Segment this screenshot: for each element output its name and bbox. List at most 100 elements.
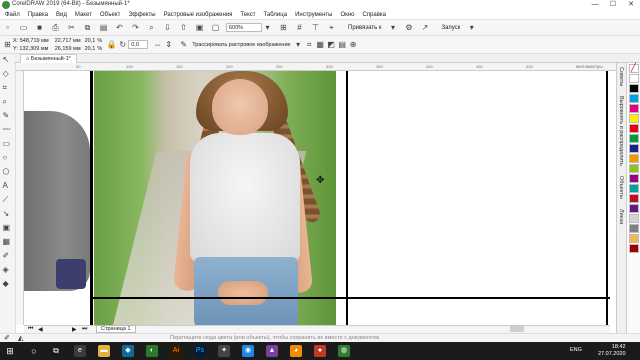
start-windows-icon[interactable]: ⊞	[4, 345, 16, 357]
undo-icon[interactable]: ↶	[114, 22, 125, 33]
color-swatch[interactable]	[629, 144, 639, 153]
color-swatch[interactable]	[629, 84, 639, 93]
coreldraw-taskbar-icon[interactable]: ◐	[146, 345, 158, 357]
artistic-media-icon[interactable]: 〰	[3, 126, 13, 136]
minimize-button[interactable]: —	[586, 0, 604, 10]
launch-icon[interactable]: ↗	[420, 22, 431, 33]
color-swatch[interactable]	[629, 134, 639, 143]
docker-tab-hints[interactable]: Советы	[618, 67, 624, 86]
vertical-ruler[interactable]	[16, 71, 24, 325]
maximize-button[interactable]: ☐	[604, 0, 622, 10]
redo-icon[interactable]: ↷	[130, 22, 141, 33]
freehand-tool-icon[interactable]: ✎	[3, 112, 13, 122]
save-icon[interactable]: ■	[34, 22, 45, 33]
last-page-icon[interactable]: ⏭	[82, 326, 87, 333]
color-swatch[interactable]	[629, 154, 639, 163]
no-color-swatch[interactable]: ╱	[629, 63, 639, 73]
color-swatch[interactable]	[629, 244, 639, 253]
bitmap-mask-icon[interactable]: ◩	[326, 39, 337, 50]
docker-tab-lens[interactable]: Линза	[618, 209, 624, 224]
task-view-icon[interactable]: ⧉	[50, 345, 62, 357]
menu-effects[interactable]: Эффекты	[128, 12, 155, 18]
photoshop-icon[interactable]: Ps	[194, 345, 206, 357]
width-field[interactable]: 22,717 мм	[55, 37, 81, 45]
drawing-canvas[interactable]: ✥	[24, 71, 610, 325]
resample-icon[interactable]: ▦	[315, 39, 326, 50]
color-swatch[interactable]	[629, 184, 639, 193]
mirror-horizontal-icon[interactable]: ⇔	[152, 39, 163, 50]
bitmap-photo-girl[interactable]	[94, 71, 336, 325]
polygon-tool-icon[interactable]: ⬠	[3, 168, 13, 178]
export-icon[interactable]: ⇧	[178, 22, 189, 33]
app-icon[interactable]: ✦	[218, 345, 230, 357]
scale-x-field[interactable]: 20,1	[85, 37, 96, 45]
snap-to-dropdown[interactable]: Привязать к	[348, 25, 382, 31]
color-swatch[interactable]	[629, 234, 639, 243]
wrap-text-icon[interactable]: ▤	[337, 39, 348, 50]
full-screen-icon[interactable]: ▢	[210, 22, 221, 33]
transparency-tool-icon[interactable]: ▦	[3, 238, 13, 248]
menu-bitmaps[interactable]: Растровые изображения	[164, 12, 233, 18]
open-icon[interactable]: ▭	[18, 22, 29, 33]
copy-icon[interactable]: ⧉	[82, 22, 93, 33]
text-tool-icon[interactable]: A	[3, 182, 13, 192]
app-icon[interactable]: ▲	[266, 345, 278, 357]
menu-text[interactable]: Текст	[240, 12, 255, 18]
interactive-fill-icon[interactable]: ◈	[3, 266, 13, 276]
chevron-down-icon[interactable]: ▾	[466, 22, 477, 33]
firefox-icon[interactable]: ◕	[290, 345, 302, 357]
fill-bucket-icon[interactable]: ◭	[18, 334, 23, 342]
chevron-down-icon[interactable]: ▾	[388, 22, 399, 33]
color-swatch[interactable]	[629, 194, 639, 203]
publish-pdf-icon[interactable]: ▣	[194, 22, 205, 33]
zoom-level-field[interactable]: 600%	[226, 23, 262, 32]
prev-page-icon[interactable]: ◀	[38, 326, 43, 333]
new-document-icon[interactable]: ▫	[2, 22, 13, 33]
first-page-icon[interactable]: ⏮	[28, 326, 33, 333]
parallel-dimension-icon[interactable]: ⟋	[3, 196, 13, 206]
menu-tools[interactable]: Инструменты	[295, 12, 332, 18]
menu-object[interactable]: Объект	[100, 12, 120, 18]
rotate-icon[interactable]: ↻	[117, 39, 128, 50]
quick-customize-icon[interactable]: ⊕	[348, 39, 359, 50]
rectangle-tool-icon[interactable]: ▭	[3, 140, 13, 150]
smart-fill-icon[interactable]: ◆	[3, 280, 13, 290]
color-swatch[interactable]	[629, 224, 639, 233]
docker-tab-align[interactable]: Выровнять и распределить	[618, 96, 624, 166]
app-icon[interactable]: ●	[314, 345, 326, 357]
chrome-icon[interactable]: ◉	[242, 345, 254, 357]
color-swatch[interactable]	[629, 174, 639, 183]
file-explorer-icon[interactable]: ▬	[98, 345, 110, 357]
pick-tool-icon[interactable]: ↖	[3, 56, 13, 66]
drop-shadow-icon[interactable]: ▣	[3, 224, 13, 234]
snap-icon[interactable]: ⌖	[326, 22, 337, 33]
print-icon[interactable]: ⎙	[50, 22, 61, 33]
color-swatch[interactable]	[629, 94, 639, 103]
document-tab[interactable]: ⌂ Безымянный-1*	[20, 54, 77, 63]
menu-table[interactable]: Таблица	[264, 12, 288, 18]
object-origin-icon[interactable]: ⊞	[2, 39, 13, 50]
docker-tab-objects[interactable]: Объекты	[618, 176, 624, 199]
grid-icon[interactable]: #	[294, 22, 305, 33]
app-icon[interactable]: ◍	[338, 345, 350, 357]
color-swatch[interactable]	[629, 74, 639, 83]
next-page-icon[interactable]: ▶	[72, 326, 77, 333]
guidelines-icon[interactable]: ⊤	[310, 22, 321, 33]
chevron-down-icon[interactable]: ▾	[262, 22, 273, 33]
menu-help[interactable]: Справка	[362, 12, 386, 18]
zoom-tool-icon[interactable]: ⌕	[3, 98, 13, 108]
cut-icon[interactable]: ✂	[66, 22, 77, 33]
illustrator-icon[interactable]: Ai	[170, 345, 182, 357]
paste-icon[interactable]: ▤	[98, 22, 109, 33]
mirror-vertical-icon[interactable]: ⇕	[163, 39, 174, 50]
close-button[interactable]: ✕	[622, 0, 640, 10]
settings-gear-icon[interactable]: ⚙	[404, 22, 415, 33]
lock-ratio-icon[interactable]: 🔒	[106, 39, 117, 50]
edit-bitmap-icon[interactable]: ✎	[178, 39, 189, 50]
ellipse-tool-icon[interactable]: ○	[3, 154, 13, 164]
color-swatch[interactable]	[629, 104, 639, 113]
import-icon[interactable]: ⇩	[162, 22, 173, 33]
connector-tool-icon[interactable]: ↘	[3, 210, 13, 220]
launch-dropdown[interactable]: Запуск	[442, 25, 461, 31]
rulers-icon[interactable]: ⊞	[278, 22, 289, 33]
